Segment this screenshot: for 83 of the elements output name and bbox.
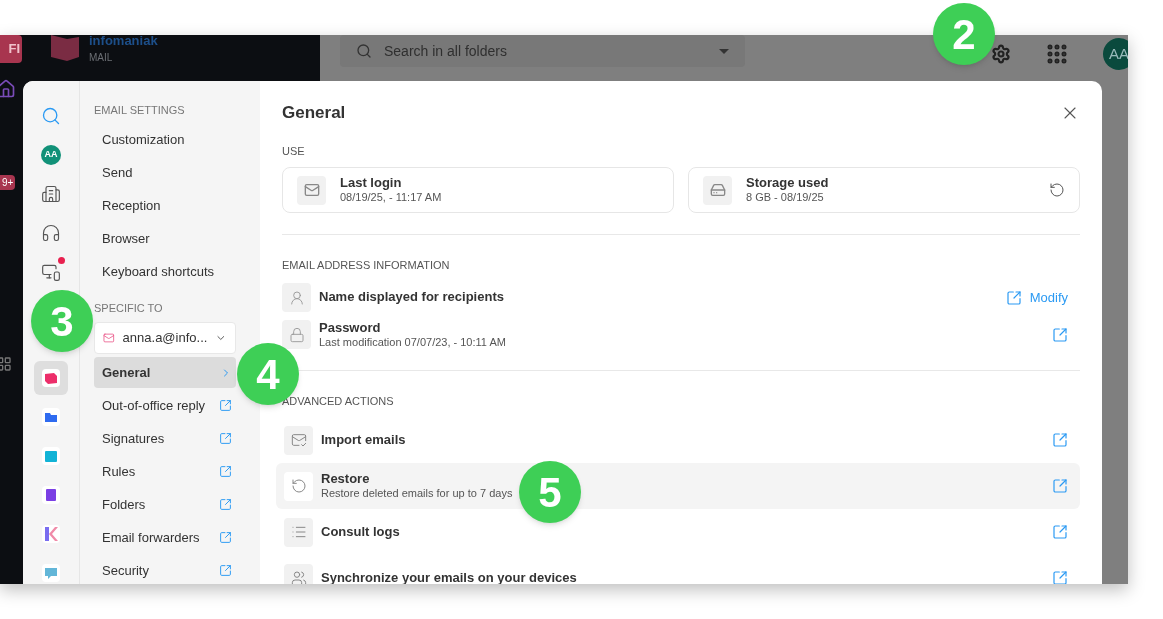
row-detail: Last modification 07/07/23, - 10:11 AM: [319, 335, 507, 350]
menu-item[interactable]: Rules: [94, 456, 236, 487]
row-title: Consult logs: [321, 523, 401, 541]
mail-check-icon: [284, 425, 313, 455]
mail-icon: [297, 175, 326, 205]
apps-grid-icon[interactable]: [1045, 42, 1069, 66]
devices-icon[interactable]: [41, 262, 61, 282]
menu-item[interactable]: Browser: [94, 223, 236, 255]
user-icon: [282, 283, 311, 312]
menu-item[interactable]: Signatures: [94, 423, 236, 454]
menu-item[interactable]: Folders: [94, 489, 236, 520]
card-title: Last login: [340, 175, 403, 192]
rail-item[interactable]: AA: [34, 138, 68, 172]
account-dropdown[interactable]: anna.a@info...: [94, 322, 236, 354]
caret-icon: [719, 48, 729, 54]
card-detail: 8 GB - 08/19/25: [746, 191, 825, 205]
external-link-icon[interactable]: [1052, 524, 1068, 540]
external-link-icon[interactable]: [219, 564, 232, 577]
logo-icon: [49, 35, 81, 63]
external-link-icon[interactable]: [1052, 432, 1068, 448]
building-icon[interactable]: [41, 184, 61, 204]
section-heading: SPECIFIC TO: [94, 300, 164, 316]
row-title: Import emails: [321, 431, 407, 449]
users-icon: [284, 563, 313, 584]
product-name: MAIL: [89, 53, 114, 63]
external-link-icon[interactable]: [219, 498, 232, 511]
section-heading: EMAIL SETTINGS: [94, 103, 186, 118]
external-link-icon[interactable]: [219, 465, 232, 478]
folder-app-icon[interactable]: [41, 407, 61, 427]
undo-icon: [284, 471, 313, 501]
menu-item[interactable]: Email forwarders: [94, 522, 236, 553]
row-detail: Restore deleted emails for up to 7 days: [321, 487, 514, 501]
menu-item[interactable]: Keyboard shortcuts: [94, 256, 236, 288]
calendar-app-icon[interactable]: [41, 446, 61, 466]
account-address: anna.a@info...: [122, 329, 208, 348]
external-link-icon[interactable]: [1052, 570, 1068, 584]
list-icon: [284, 517, 313, 547]
row-title: Name displayed for recipients: [319, 289, 505, 306]
section-heading: USE: [282, 143, 306, 159]
menu-item[interactable]: Security: [94, 555, 236, 584]
mail-icon: [103, 330, 115, 346]
action-row[interactable]: Synchronize your emails on your devices: [276, 555, 1080, 584]
menu-item[interactable]: Customization: [94, 124, 236, 156]
mail-app-icon[interactable]: [41, 368, 61, 388]
dialog-title: General: [282, 102, 346, 124]
external-link-icon[interactable]: [219, 399, 232, 412]
row-title: Password: [319, 319, 382, 336]
menu-item[interactable]: Reception: [94, 190, 236, 222]
action-row[interactable]: Import emails: [276, 417, 1080, 463]
search-icon: [356, 43, 372, 59]
suite-app-icon[interactable]: [41, 524, 61, 544]
menu-item[interactable]: General: [94, 357, 236, 388]
app-badge[interactable]: FI: [0, 35, 22, 63]
settings-icon[interactable]: [991, 44, 1011, 64]
external-link-icon: [1005, 289, 1022, 306]
section-heading: ADVANCED ACTIONS: [282, 393, 395, 409]
external-link-icon[interactable]: [219, 432, 232, 445]
headset-icon[interactable]: [41, 223, 61, 243]
menu-item[interactable]: Send: [94, 157, 236, 189]
search-icon[interactable]: [41, 106, 61, 126]
card-detail: 08/19/25, - 11:17 AM: [340, 191, 443, 205]
grid-icon[interactable]: [0, 356, 12, 372]
unread-count-badge: 9+: [0, 175, 16, 190]
external-link-icon[interactable]: [219, 531, 232, 544]
avatar[interactable]: AA: [41, 145, 61, 165]
card-title: Storage used: [746, 175, 830, 192]
rail-item[interactable]: [34, 361, 68, 395]
chat-app-icon[interactable]: [41, 563, 61, 583]
external-link-icon[interactable]: [1052, 478, 1068, 494]
brand-name: infomaniak: [89, 35, 158, 47]
user-avatar[interactable]: AA: [1103, 38, 1128, 70]
drive-icon: [703, 175, 732, 205]
row-title: Synchronize your emails on your devices: [321, 569, 578, 584]
search-placeholder: Search in all folders: [384, 41, 508, 61]
external-link-icon[interactable]: [1052, 326, 1068, 343]
lock-icon: [282, 320, 311, 349]
step-number-badge: 2: [933, 3, 995, 65]
section-heading: EMAIL ADDRESS INFORMATION: [282, 258, 451, 273]
refresh-icon[interactable]: [1049, 182, 1065, 198]
book-app-icon[interactable]: [41, 485, 61, 505]
home-icon[interactable]: [0, 79, 16, 99]
menu-item[interactable]: Out-of-office reply: [94, 390, 236, 421]
row-title: Restore: [321, 471, 371, 488]
